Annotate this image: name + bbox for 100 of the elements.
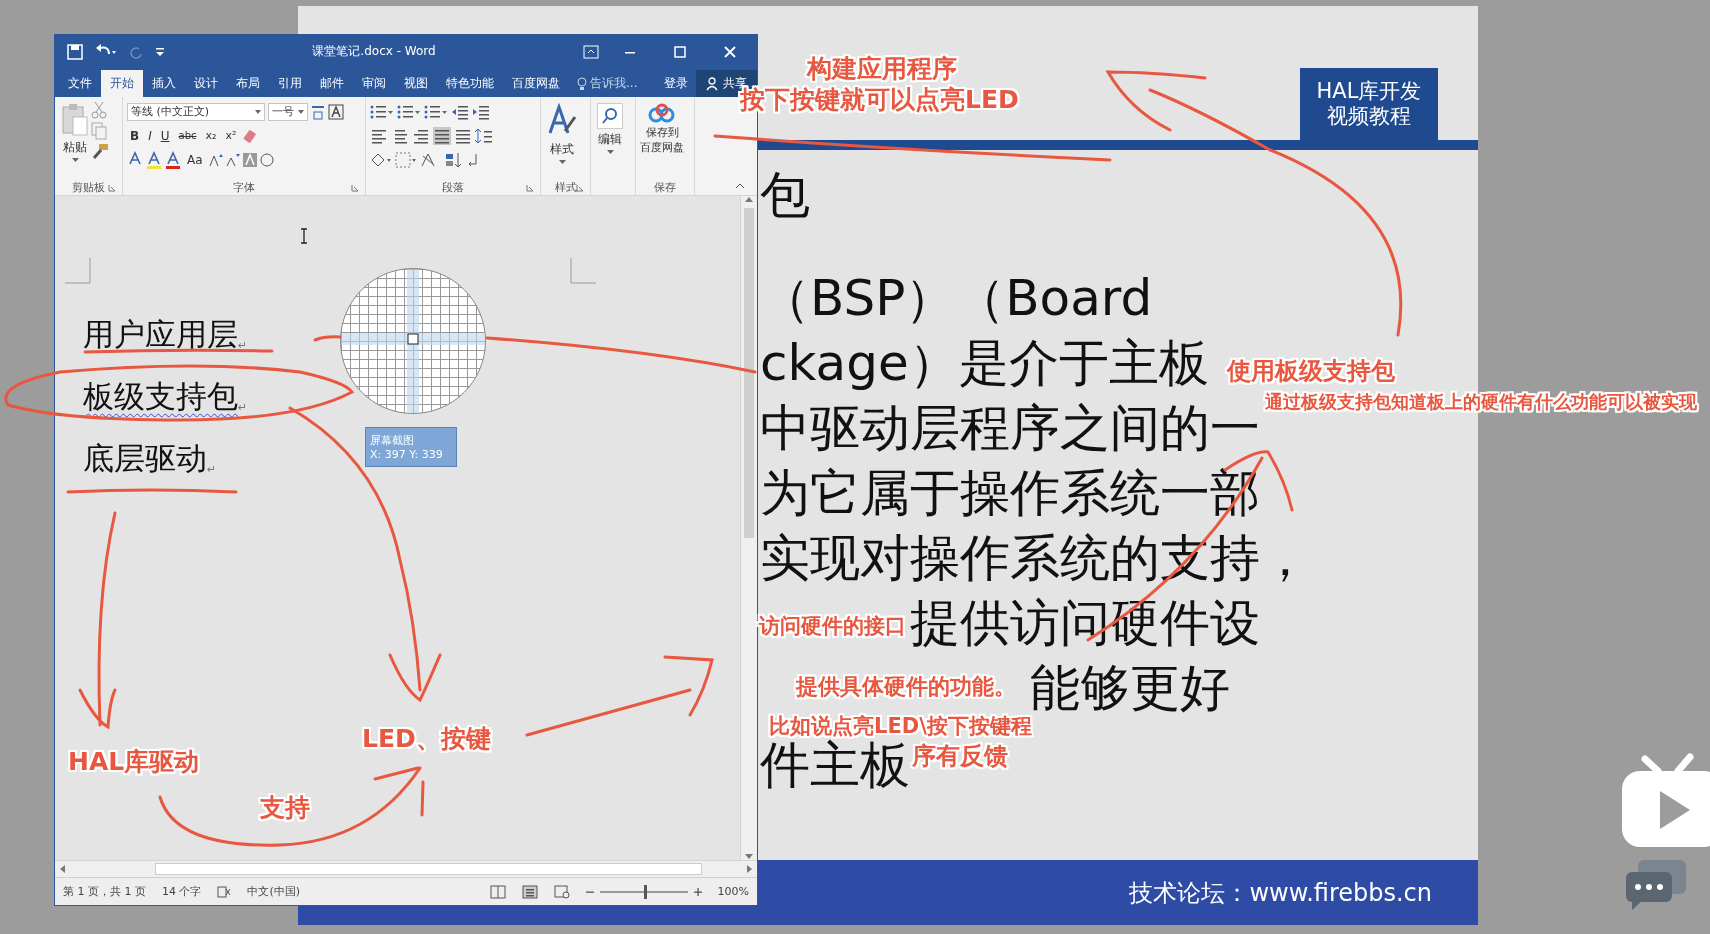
shading-icon[interactable]: [370, 151, 392, 168]
lightbulb-icon[interactable]: [577, 76, 587, 91]
group-label: 剪贴板: [72, 179, 105, 195]
dialog-launcher-icon[interactable]: [526, 184, 534, 192]
screenshot-tooltip: 屏幕截图 X: 397 Y: 339: [365, 427, 457, 467]
ribbon-tab[interactable]: 插入: [143, 70, 185, 97]
annotation-text: HAL库驱动: [68, 748, 200, 777]
zoom-in-icon[interactable]: [693, 887, 702, 896]
web-layout-icon[interactable]: [553, 884, 570, 899]
format-button[interactable]: I: [145, 125, 155, 146]
document-text: 板级支持包: [83, 377, 238, 416]
cloud-icon: [647, 103, 677, 125]
sign-in-link[interactable]: 登录: [656, 70, 696, 97]
text-cursor-icon: [300, 228, 308, 244]
group-label: 段落: [442, 179, 464, 195]
enclose-character-icon[interactable]: [259, 152, 274, 167]
search-icon: [597, 103, 623, 129]
editing-button[interactable]: 编辑: [595, 101, 625, 179]
paragraph-mark-icon[interactable]: [466, 151, 480, 168]
print-layout-icon[interactable]: [521, 884, 538, 899]
close-icon[interactable]: [723, 44, 737, 59]
slide-text: 提供访问硬件设: [910, 598, 1260, 648]
footer-text: 技术论坛：www.firebbs.cn: [1129, 877, 1432, 909]
annotation-text: 序有反馈: [912, 743, 1008, 771]
character-border-icon[interactable]: [328, 103, 344, 120]
ribbon-tab[interactable]: 文件: [59, 70, 101, 97]
highlight-color-icon[interactable]: [146, 150, 162, 169]
ribbon-tab[interactable]: 特色功能: [437, 70, 503, 97]
increase-indent-icon[interactable]: [472, 103, 490, 120]
paste-button[interactable]: 粘贴: [59, 101, 91, 179]
caret-icon: [255, 109, 261, 114]
ribbon-tab[interactable]: 设计: [185, 70, 227, 97]
tell-me-search[interactable]: 告诉我...: [590, 75, 638, 92]
save-to-cloud-button[interactable]: 保存到 百度网盘: [640, 101, 684, 179]
format-button[interactable]: U: [157, 125, 173, 146]
format-button[interactable]: x²: [222, 125, 240, 146]
numbering-icon[interactable]: [397, 103, 421, 120]
font-size-dropdown[interactable]: 一号: [268, 102, 308, 121]
dialog-launcher-icon[interactable]: [108, 184, 116, 192]
dialog-launcher-icon[interactable]: [351, 184, 359, 192]
decrease-indent-icon[interactable]: [451, 103, 469, 120]
ribbon-tab[interactable]: 视图: [395, 70, 437, 97]
slide-text: 包: [760, 170, 810, 220]
paragraph-mark: ↵: [207, 463, 217, 476]
align-icon[interactable]: [433, 126, 451, 145]
maximize-icon[interactable]: [673, 44, 687, 59]
shrink-font-icon[interactable]: [225, 152, 240, 167]
styles-button[interactable]: 样式: [545, 101, 579, 179]
document-text: 底层驱动: [83, 439, 207, 478]
zoom-level[interactable]: 100%: [717, 885, 749, 898]
ribbon-tab[interactable]: 邮件: [311, 70, 353, 97]
format-button[interactable]: B: [127, 125, 143, 146]
character-shading-icon[interactable]: [242, 152, 257, 167]
proofing-icon[interactable]: [217, 885, 232, 898]
slide-text: ckage）是介于主板: [760, 338, 1209, 388]
paragraph-mark: ↵: [238, 339, 248, 352]
ribbon-tab[interactable]: 审阅: [353, 70, 395, 97]
vertical-scrollbar[interactable]: [740, 196, 757, 860]
slide-text: 中驱动层程序之间的一: [760, 403, 1260, 453]
group-label: 样式: [554, 179, 577, 195]
horizontal-scrollbar[interactable]: [55, 860, 757, 877]
caret-icon: [298, 109, 304, 114]
scroll-left-icon[interactable]: [59, 865, 65, 873]
ribbon-display-icon[interactable]: [583, 44, 599, 59]
collapse-ribbon-icon[interactable]: [735, 183, 745, 189]
font-name-dropdown[interactable]: 等线 (中文正文): [127, 102, 265, 121]
ribbon-tab[interactable]: 开始: [101, 70, 143, 97]
dialog-launcher-icon[interactable]: [576, 184, 584, 192]
caret-icon: [558, 160, 566, 164]
paragraph-mark: ↵: [238, 401, 248, 414]
annotation-text: 构建应用程序: [807, 55, 957, 84]
slide-text: （BSP）（Board: [760, 273, 1153, 323]
annotation-text: LED、按键: [362, 725, 491, 754]
phonetic-guide-icon[interactable]: [311, 103, 325, 120]
save-icon[interactable]: [67, 43, 83, 60]
font-color-icon[interactable]: [165, 150, 181, 169]
scroll-right-icon[interactable]: [747, 865, 753, 873]
annotation-text: 通过板级支持包知道板上的硬件有什么功能可以被实现: [1265, 392, 1697, 413]
format-painter-icon[interactable]: [91, 143, 109, 161]
page-count: 第 1 页，共 1 页: [63, 884, 146, 899]
cut-icon[interactable]: [91, 101, 107, 119]
format-button[interactable]: x₂: [202, 125, 220, 146]
clipboard-icon: [61, 103, 89, 137]
annotation-text: 提供具体硬件的功能。: [796, 674, 1016, 700]
customize-toolbar-icon[interactable]: [155, 46, 165, 57]
multilevel-list-icon[interactable]: [424, 103, 448, 120]
ribbon-tab[interactable]: 引用: [269, 70, 311, 97]
course-badge: HAL库开发 视频教程: [1300, 68, 1438, 140]
annotation-text: 使用板级支持包: [1227, 358, 1395, 386]
document-text: 用户应用层: [83, 315, 238, 354]
change-case-button[interactable]: Aa: [184, 149, 206, 170]
ribbon-tab[interactable]: 布局: [227, 70, 269, 97]
grow-font-icon[interactable]: [208, 152, 223, 167]
format-button[interactable]: abc: [175, 125, 200, 146]
ribbon-tab[interactable]: 百度网盘: [503, 70, 569, 97]
language-status: 中文(中国): [247, 884, 301, 899]
sort-icon[interactable]: [445, 151, 463, 168]
bullets-icon[interactable]: [370, 103, 394, 120]
annotation-text: 访问硬件的接口: [759, 614, 906, 639]
read-mode-icon[interactable]: [489, 884, 506, 899]
